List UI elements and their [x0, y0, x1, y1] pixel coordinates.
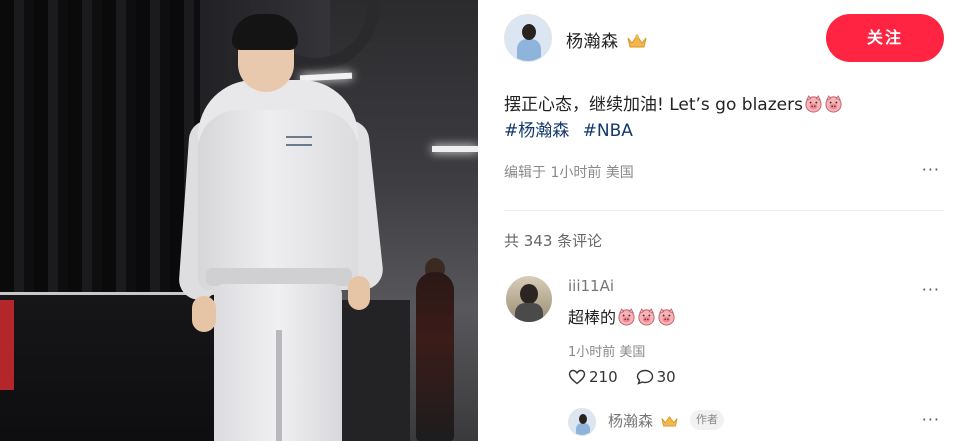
comment-count: 共 343 条评论 [504, 232, 603, 250]
hoodie-logo [286, 136, 312, 146]
follow-button[interactable]: 关注 [826, 14, 944, 62]
comment-bubble-icon [636, 369, 653, 385]
photo-barrier-stripe [0, 300, 14, 390]
hashtag-link[interactable]: #杨瀚森 [504, 121, 569, 141]
commenter-name[interactable]: iii11Ai [568, 277, 614, 295]
post-photo[interactable] [0, 0, 478, 441]
crown-icon [661, 416, 678, 427]
comment-actions: 210 30 [568, 368, 694, 386]
comment-more-button[interactable]: ··· [922, 280, 940, 299]
post-hashtags: #杨瀚森 #NBA [504, 118, 641, 144]
avatar-body [576, 423, 590, 435]
sweatpants-seam [276, 330, 282, 441]
person-right-hand [348, 276, 370, 310]
pig-face-icon [638, 308, 655, 326]
photo-light [432, 146, 478, 152]
avatar-head [520, 284, 538, 304]
avatar-head [522, 24, 536, 40]
author-name[interactable]: 杨瀚森 [566, 32, 619, 52]
person-hoodie [198, 110, 358, 290]
avatar-head [579, 414, 587, 424]
commenter-avatar[interactable] [506, 276, 552, 322]
author-avatar[interactable] [504, 14, 552, 62]
post-text: 摆正心态，继续加油! Let’s go blazers [504, 95, 803, 115]
post-meta: 编辑于 1小时前 美国 [504, 165, 634, 181]
reply-count: 30 [656, 368, 676, 386]
pig-face-icon [658, 308, 675, 326]
like-button[interactable]: 210 [568, 368, 618, 386]
comment-meta: 1小时前 美国 [568, 345, 646, 360]
reply-author-avatar[interactable] [568, 408, 596, 436]
divider [504, 210, 944, 211]
comment-text: 超棒的 [568, 308, 617, 327]
reply-more-button[interactable]: ··· [922, 410, 940, 429]
hashtag-link[interactable]: #NBA [583, 121, 633, 141]
person-hair [232, 14, 298, 50]
post-more-button[interactable]: ··· [922, 160, 940, 179]
comment-text-row: 超棒的 [568, 304, 676, 328]
reply-button[interactable]: 30 [636, 368, 676, 386]
photo-curtain [0, 0, 200, 300]
like-count: 210 [589, 368, 618, 386]
person-left-hand [192, 296, 216, 332]
reply-author-name[interactable]: 杨瀚森 [608, 412, 653, 430]
crown-icon [627, 34, 647, 48]
pig-face-icon [805, 95, 822, 113]
post-detail-panel: 杨瀚森 关注 摆正心态，继续加油! Let’s go blazers #杨瀚森 … [478, 0, 960, 441]
pig-face-icon [618, 308, 635, 326]
photo-crate [340, 300, 410, 441]
author-badge: 作者 [690, 410, 724, 430]
post-body: 摆正心态，继续加油! Let’s go blazers [504, 92, 944, 118]
author-header: 杨瀚森 关注 [504, 14, 944, 62]
reply-author-name-row[interactable]: 杨瀚森 [608, 410, 678, 431]
photo-bystander [416, 272, 454, 441]
avatar-body [517, 39, 541, 61]
pig-face-icon [825, 95, 842, 113]
heart-icon [568, 369, 586, 385]
author-name-row[interactable]: 杨瀚森 [566, 27, 647, 52]
avatar-body [515, 303, 543, 322]
